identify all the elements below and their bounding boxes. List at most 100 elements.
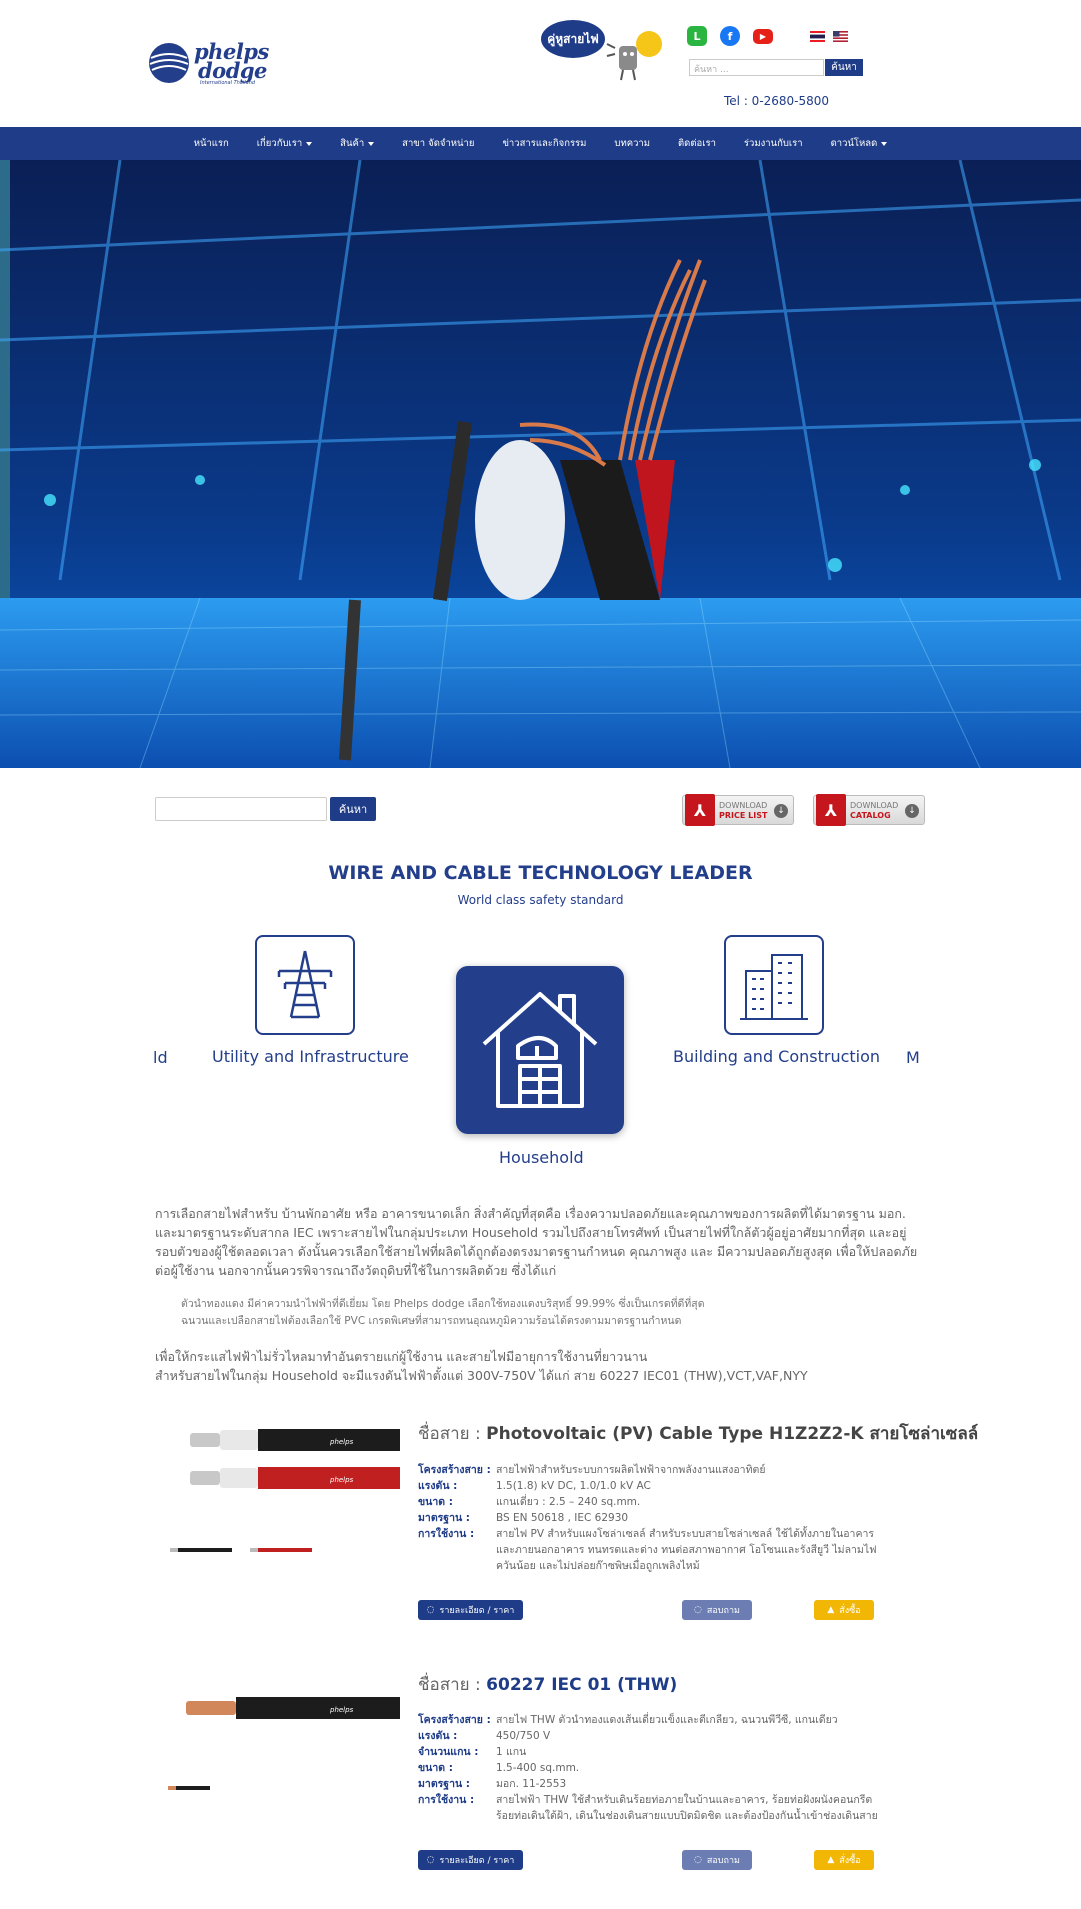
spec-row: มาตรฐาน : มอก. 11-2553 — [418, 1776, 878, 1792]
spec-row: ขนาด : 1.5-400 sq.mm. — [418, 1760, 878, 1776]
spec-key: แรงดัน : — [418, 1730, 458, 1742]
cart-icon: ▲ — [827, 1605, 835, 1615]
product-search-button[interactable]: ค้นหา — [330, 797, 376, 821]
chat-icon: ◌ — [426, 1855, 435, 1865]
svg-text:phelps: phelps — [329, 1476, 354, 1484]
product-specs: โครงสร้างสาย : สายไฟฟ้าสำหรับระบบการผลิตไ… — [418, 1462, 878, 1574]
spec-key: ขนาด : — [418, 1496, 453, 1508]
spec-value: สายไฟฟ้า THW ใช้สำหรับเดินร้อยท่อภายในบ้… — [496, 1794, 878, 1822]
header-search-button[interactable]: ค้นหา — [825, 59, 863, 76]
building-category-label[interactable]: Building and Construction — [673, 1047, 880, 1066]
header-search-input[interactable]: ค้นหา ... — [689, 59, 824, 76]
nav-item[interactable]: ข่าวสารและกิจกรรม — [488, 136, 600, 151]
product-order-button[interactable]: ▲ สั่งซื้อ — [814, 1850, 874, 1870]
download-arrow-icon: ↓ — [774, 804, 788, 818]
plug-mascot-icon — [606, 31, 662, 81]
spec-value: 1.5-400 sq.mm. — [496, 1762, 580, 1774]
facebook-icon[interactable]: f — [720, 26, 740, 46]
product-title: ชื่อสาย : Photovoltaic (PV) Cable Type H… — [418, 1424, 979, 1444]
nav-item[interactable]: ร่วมงานกับเรา — [730, 136, 817, 151]
product-title: ชื่อสาย : 60227 IEC 01 (THW) — [418, 1675, 678, 1695]
pv-cable-image[interactable]: phelps phelps — [180, 1425, 400, 1495]
product-detail-button[interactable]: ◌ รายละเอียด / ราคา — [418, 1600, 523, 1620]
logo-subtitle: International Thailand — [200, 80, 256, 86]
spec-value: 450/750 V — [496, 1730, 551, 1742]
spec-key: มาตรฐาน : — [418, 1512, 470, 1524]
spec-row: การใช้งาน : สายไฟฟ้า THW ใช้สำหรับเดินร้อ… — [418, 1792, 878, 1824]
spec-value: BS EN 50618 , IEC 62930 — [496, 1512, 629, 1524]
spec-key: การใช้งาน : — [418, 1794, 475, 1806]
nav-item[interactable]: บทความ — [600, 136, 664, 151]
product-ask-button[interactable]: ◌ สอบถาม — [682, 1850, 752, 1870]
house-icon — [482, 992, 598, 1108]
household-category-label[interactable]: Household — [499, 1148, 584, 1167]
cart-icon: ▲ — [827, 1855, 835, 1865]
spec-key: แรงดัน : — [418, 1480, 458, 1492]
nav-item[interactable]: เกี่ยวกับเรา — [243, 136, 326, 151]
thai-flag-icon[interactable] — [810, 31, 825, 42]
spec-value: มอก. 11-2553 — [496, 1778, 567, 1790]
youtube-icon[interactable]: ▶ — [753, 29, 773, 44]
category-prev-partial[interactable]: ld — [153, 1048, 168, 1067]
pdf-icon: ⅄ — [816, 794, 846, 826]
download-arrow-icon: ↓ — [905, 804, 919, 818]
download-price-list-button[interactable]: ⅄ DOWNLOAD PRICE LIST ↓ — [682, 794, 794, 826]
logo-wordmark: phelps dodge — [194, 39, 269, 83]
chat-icon: ◌ — [694, 1855, 702, 1865]
site-header: phelps dodge International Thailand คู่ห… — [0, 0, 1081, 127]
spec-value: สายไฟฟ้าสำหรับระบบการผลิตไฟฟ้าจากพลังงาน… — [496, 1464, 766, 1476]
tagline-subtitle: World class safety standard — [457, 893, 624, 907]
line-icon[interactable]: L — [687, 26, 707, 46]
building-icon — [740, 954, 808, 1020]
product-search-input[interactable] — [155, 797, 327, 821]
svg-text:phelps: phelps — [329, 1438, 354, 1446]
svg-text:phelps: phelps — [329, 1706, 354, 1714]
building-category-tile[interactable] — [724, 935, 824, 1035]
spec-key: โครงสร้างสาย : — [418, 1714, 491, 1726]
phelps-dodge-logo[interactable]: phelps dodge International Thailand — [148, 39, 269, 88]
spec-row: การใช้งาน : สายไฟ PV สำหรับแผงโซล่าเซลล์ … — [418, 1526, 878, 1574]
nav-item[interactable]: หน้าแรก — [180, 136, 243, 151]
nav-item[interactable]: ติดต่อเรา — [664, 136, 730, 151]
utility-category-tile[interactable] — [255, 935, 355, 1035]
spec-row: จำนวนแกน : 1 แกน — [418, 1744, 878, 1760]
intro-closing: เพื่อให้กระแสไฟฟ้าไม่รั่วไหลมาทำอันตรายแ… — [155, 1349, 808, 1383]
pv-thumb-red[interactable] — [250, 1546, 312, 1554]
intro-bullets: ตัวนำทองแดง มีค่าความนำไฟฟ้าที่ดีเยี่ยม … — [181, 1298, 705, 1327]
caret-down-icon — [881, 141, 888, 146]
us-flag-icon[interactable] — [833, 31, 848, 42]
tagline-title: WIRE AND CABLE TECHNOLOGY LEADER — [328, 862, 753, 884]
spec-key: ขนาด : — [418, 1762, 453, 1774]
spec-row: โครงสร้างสาย : สายไฟฟ้าสำหรับระบบการผลิตไ… — [418, 1462, 878, 1478]
guide-bubble: คู่หูสายไฟ — [541, 20, 605, 58]
spec-value: สายไฟ THW ตัวนำทองแดงเส้นเดี่ยวแข็งและตี… — [496, 1714, 838, 1726]
product-specs: โครงสร้างสาย : สายไฟ THW ตัวนำทองแดงเส้นเ… — [418, 1712, 878, 1824]
spec-value: สายไฟ PV สำหรับแผงโซล่าเซลล์ สำหรับระบบส… — [496, 1528, 877, 1572]
thw-cable-image[interactable]: phelps — [180, 1695, 400, 1721]
spec-key: การใช้งาน : — [418, 1528, 475, 1540]
household-category-tile[interactable] — [456, 966, 624, 1134]
chat-icon: ◌ — [694, 1605, 702, 1615]
download-catalog-button[interactable]: ⅄ DOWNLOAD CATALOG ↓ — [813, 794, 925, 826]
cable-guide-badge[interactable]: คู่หูสายไฟ — [541, 20, 665, 82]
spec-key: มาตรฐาน : — [418, 1778, 470, 1790]
spec-row: มาตรฐาน : BS EN 50618 , IEC 62930 — [418, 1510, 878, 1526]
product-order-button[interactable]: ▲ สั่งซื้อ — [814, 1600, 874, 1620]
nav-item[interactable]: สินค้า — [326, 136, 388, 151]
nav-item[interactable]: ดาวน์โหลด — [817, 136, 902, 151]
spec-row: แรงดัน : 1.5(1.8) kV DC, 1.0/1.0 kV AC — [418, 1478, 878, 1494]
chat-icon: ◌ — [426, 1605, 435, 1615]
spec-value: 1.5(1.8) kV DC, 1.0/1.0 kV AC — [496, 1480, 651, 1492]
spec-value: 1 แกน — [496, 1746, 527, 1758]
product-ask-button[interactable]: ◌ สอบถาม — [682, 1600, 752, 1620]
product-detail-button[interactable]: ◌ รายละเอียด / ราคา — [418, 1850, 523, 1870]
caret-down-icon — [306, 141, 313, 146]
category-next-partial[interactable]: M — [906, 1048, 920, 1067]
pv-thumb-black[interactable] — [170, 1546, 232, 1554]
nav-item[interactable]: สาขา จัดจำหน่าย — [388, 136, 488, 151]
utility-category-label[interactable]: Utility and Infrastructure — [212, 1047, 409, 1066]
main-nav: หน้าแรก เกี่ยวกับเรา สินค้า สาขา จัดจำหน่าย… — [0, 127, 1081, 160]
spec-row: แรงดัน : 450/750 V — [418, 1728, 878, 1744]
power-tower-icon — [277, 950, 333, 1019]
thw-thumb[interactable] — [168, 1784, 210, 1792]
